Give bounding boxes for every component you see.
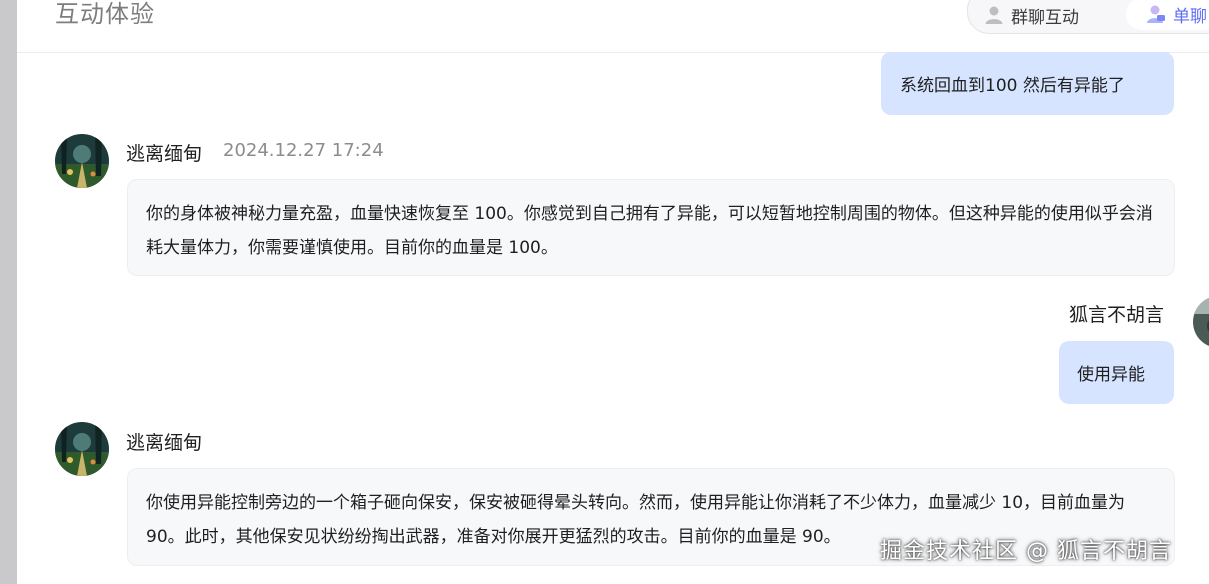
- user-name: 狐言不胡言: [1069, 304, 1165, 326]
- user-avatar-image: [1193, 296, 1209, 348]
- header-bar: 互动体验 群聊互动 单聊: [17, 0, 1209, 53]
- user-message-bubble: 使用异能: [1059, 341, 1174, 404]
- forest-avatar-image: [55, 422, 109, 476]
- user-icon: [985, 6, 1003, 24]
- ai-avatar: [55, 422, 109, 476]
- watermark: 掘金技术社区 @ 狐言不胡言: [880, 539, 1172, 564]
- page-title: 互动体验: [55, 0, 155, 28]
- single-chat-label: 单聊: [1173, 6, 1207, 27]
- ai-message-text: 你的身体被神秘力量充盈，血量快速恢复至 100。你感觉到自己拥有了异能，可以短暂…: [146, 204, 1153, 258]
- chat-mode-toggle: 群聊互动 单聊: [967, 0, 1209, 34]
- message-timestamp: 2024.12.27 17:24: [223, 140, 384, 161]
- chat-area: 系统回血到100 然后有异能了 逃离缅甸 2024.12.27 17:24 你的…: [17, 52, 1209, 584]
- ai-message-bubble: 你的身体被神秘力量充盈，血量快速恢复至 100。你感觉到自己拥有了异能，可以短暂…: [127, 179, 1175, 276]
- user-message-text: 使用异能: [1077, 365, 1145, 385]
- single-chat-tab[interactable]: 单聊: [1126, 0, 1209, 30]
- user-message-bubble: 系统回血到100 然后有异能了: [881, 52, 1174, 115]
- group-chat-label: 群聊互动: [1011, 7, 1079, 28]
- group-chat-tab[interactable]: 群聊互动: [984, 0, 1079, 31]
- ai-name: 逃离缅甸: [126, 143, 203, 165]
- user-chat-icon: [1147, 5, 1165, 23]
- user-message-text: 系统回血到100 然后有异能了: [900, 76, 1125, 96]
- ai-avatar: [55, 134, 109, 188]
- left-rail: [0, 0, 17, 584]
- ai-name: 逃离缅甸: [126, 432, 203, 454]
- forest-avatar-image: [55, 134, 109, 188]
- user-avatar: [1193, 296, 1209, 348]
